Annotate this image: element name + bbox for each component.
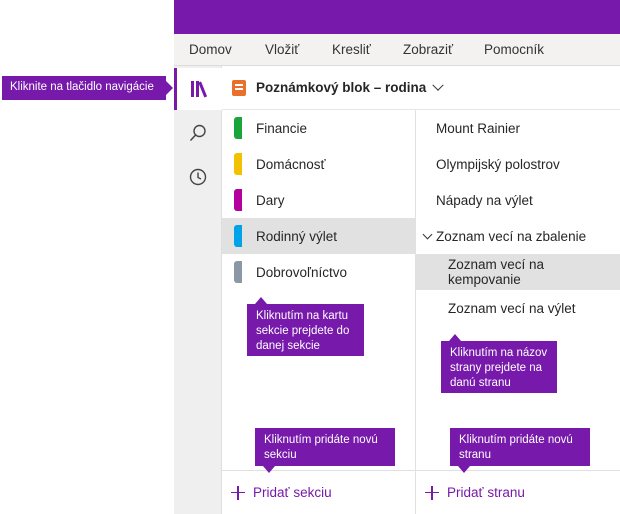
add-page-button[interactable]: Pridať stranu (416, 470, 620, 514)
callout-arrow (458, 466, 470, 473)
section-color-tab (234, 225, 242, 247)
plus-icon (425, 485, 439, 500)
section-tab-dary[interactable]: Dary (222, 182, 416, 218)
section-tab-domacnost[interactable]: Domácnosť (222, 146, 416, 182)
page-item[interactable]: Nápady na výlet (416, 182, 620, 218)
title-bar (174, 0, 620, 34)
section-color-tab (234, 117, 242, 139)
page-item[interactable]: Olympijský polostrov (416, 146, 620, 182)
section-label: Domácnosť (256, 156, 326, 172)
section-label: Financie (256, 120, 308, 136)
chevron-down-icon (432, 79, 444, 91)
plus-icon (231, 485, 245, 500)
callout-add-section: Kliknutím pridáte novú sekciu (255, 428, 395, 473)
search-button[interactable] (174, 112, 222, 154)
page-label: Mount Rainier (436, 120, 521, 136)
callout-arrow (166, 81, 173, 95)
callout-navigation: Kliknite na tlačidlo navigácie (2, 76, 173, 100)
callout-text: Kliknutím pridáte novú sekciu (264, 434, 378, 461)
notebooks-icon (190, 81, 207, 98)
callout-section-tab: Kliknutím na kartu sekcie prejdete do da… (247, 297, 364, 356)
page-label: Zoznam vecí na zbalenie (436, 228, 587, 244)
search-icon (189, 124, 206, 142)
page-item-subpage[interactable]: Zoznam vecí na kempovanie (416, 254, 620, 290)
section-tab-rodinny-vylet[interactable]: Rodinný výlet (222, 218, 416, 254)
notebook-icon (232, 79, 246, 96)
callout-text: Kliknutím pridáte novú stranu (459, 434, 573, 461)
callout-add-page: Kliknutím pridáte novú stranu (450, 428, 590, 473)
page-item-subpage[interactable]: Zoznam vecí na výlet (416, 290, 620, 326)
page-item-group[interactable]: Zoznam vecí na zbalenie (416, 218, 620, 254)
section-tab-dobrovolnictvo[interactable]: Dobrovoľníctvo (222, 254, 416, 290)
callout-arrow (449, 334, 461, 341)
menu-home[interactable]: Domov (189, 42, 232, 57)
page-label: Zoznam vecí na kempovanie (448, 257, 545, 287)
navigation-rail (174, 66, 222, 514)
add-section-label: Pridať sekciu (253, 485, 332, 500)
chevron-down-icon[interactable] (422, 229, 433, 240)
menu-help[interactable]: Pomocník (484, 42, 544, 57)
callout-text: Kliknutím na kartu sekcie prejdete do da… (256, 310, 350, 352)
add-section-button[interactable]: Pridať sekciu (222, 470, 416, 514)
callout-text: Kliknutím na názov strany prejdete na da… (450, 347, 548, 389)
add-page-label: Pridať stranu (447, 485, 525, 500)
section-color-tab (234, 261, 242, 283)
section-color-tab (234, 189, 242, 211)
menu-insert[interactable]: Vložiť (265, 42, 299, 57)
page-label: Zoznam vecí na výlet (448, 300, 576, 316)
section-label: Dobrovoľníctvo (256, 264, 347, 280)
section-label: Dary (256, 192, 285, 208)
page-label: Nápady na výlet (436, 192, 533, 208)
menu-draw[interactable]: Kresliť (332, 42, 371, 57)
section-tab-financie[interactable]: Financie (222, 110, 416, 146)
notebooks-button[interactable] (174, 68, 222, 110)
page-label: Olympijský polostrov (436, 156, 560, 172)
callout-arrow (255, 297, 267, 304)
notebook-selector[interactable]: Poznámkový blok – rodina (222, 66, 620, 110)
callout-arrow (263, 466, 275, 473)
recent-clock-icon (189, 168, 207, 186)
recent-notes-button[interactable] (174, 156, 222, 198)
section-label: Rodinný výlet (256, 228, 338, 244)
notebook-title: Poznámkový blok – rodina (256, 80, 427, 95)
section-color-tab (234, 153, 242, 175)
menu-bar: Domov Vložiť Kresliť Zobraziť Pomocník (174, 34, 620, 66)
page-item[interactable]: Mount Rainier (416, 110, 620, 146)
callout-page-name: Kliknutím na názov strany prejdete na da… (441, 334, 557, 393)
callout-text: Kliknite na tlačidlo navigácie (10, 81, 154, 93)
menu-view[interactable]: Zobraziť (403, 42, 453, 57)
